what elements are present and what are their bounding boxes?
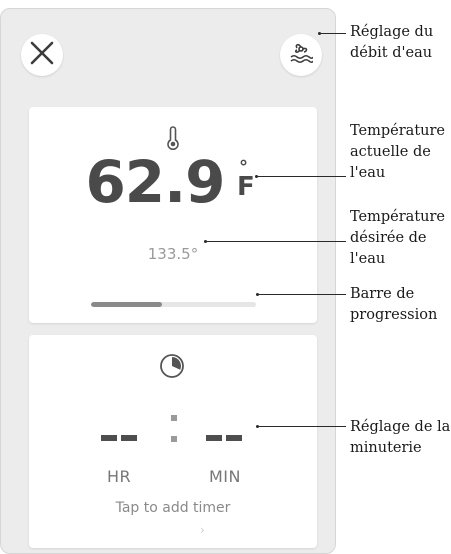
leader-line bbox=[320, 33, 346, 34]
hours-label: HR bbox=[107, 467, 132, 486]
close-button[interactable] bbox=[21, 34, 63, 76]
chevron-right-icon: › bbox=[200, 523, 205, 537]
app-screen: 62.9 ° F 133.5° HR MIN Tap to add timer … bbox=[0, 8, 336, 554]
timer-card[interactable]: HR MIN Tap to add timer › bbox=[29, 335, 317, 548]
leader-line bbox=[257, 176, 346, 177]
close-icon bbox=[29, 40, 55, 70]
colon-dot bbox=[171, 436, 177, 442]
callout-progress-bar: Barre de progression bbox=[350, 286, 438, 323]
progress-fill bbox=[91, 302, 162, 307]
colon-dot bbox=[171, 415, 177, 421]
dash bbox=[226, 435, 242, 441]
leader-line bbox=[258, 294, 346, 295]
desired-temperature[interactable]: 133.5° bbox=[29, 245, 317, 263]
dash bbox=[121, 435, 137, 441]
leader-line bbox=[258, 426, 346, 427]
leader-line bbox=[206, 241, 346, 242]
unit-letter: F bbox=[237, 171, 255, 202]
dash bbox=[206, 435, 222, 441]
callout-flow-rate: Réglage du débit d'eau bbox=[350, 24, 434, 61]
add-timer-hint[interactable]: Tap to add timer bbox=[29, 500, 317, 516]
callout-desired-temperature: Température désirée de l'eau bbox=[350, 209, 445, 267]
temperature-card[interactable]: 62.9 ° F 133.5° bbox=[29, 107, 317, 323]
clock-icon bbox=[159, 353, 185, 383]
water-flow-button[interactable] bbox=[280, 34, 322, 76]
water-flow-icon bbox=[289, 42, 314, 68]
minutes-label: MIN bbox=[209, 467, 241, 486]
dash bbox=[101, 435, 117, 441]
callout-timer-setting: Réglage de la minuterie bbox=[350, 419, 451, 456]
callout-current-temperature: Température actuelle de l'eau bbox=[350, 123, 445, 181]
progress-bar bbox=[91, 302, 256, 307]
temperature-unit: ° F bbox=[237, 159, 255, 202]
